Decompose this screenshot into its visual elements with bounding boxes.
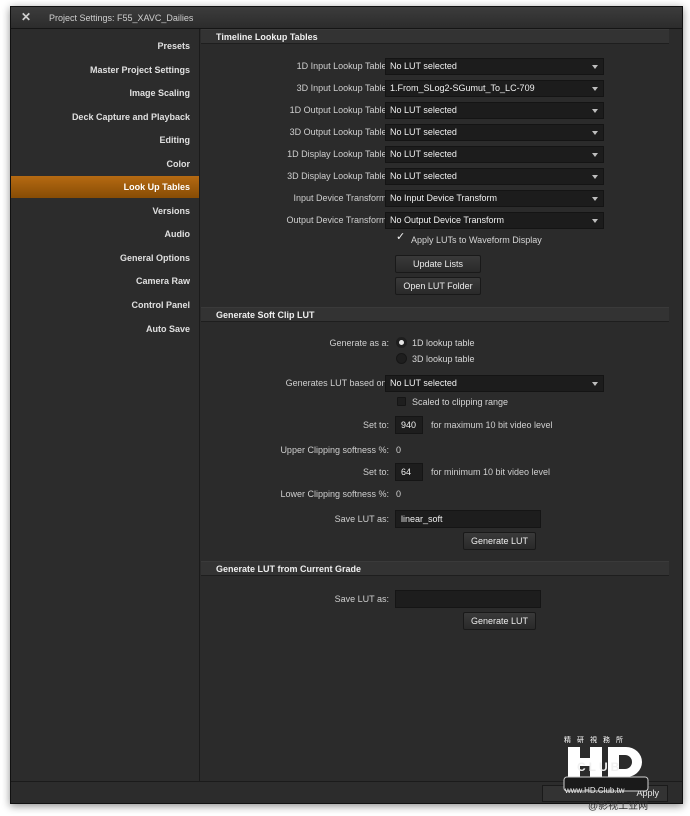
project-settings-window: ✕ Project Settings: F55_XAVC_Dailies Pre… xyxy=(10,6,683,804)
3d-output-lut-dropdown[interactable]: No LUT selected xyxy=(385,124,604,141)
grade-save-lut-as-input[interactable] xyxy=(395,590,541,608)
settings-content: Timeline Lookup Tables 1D Input Lookup T… xyxy=(200,29,682,781)
lut-row-label: Output Device Transform: xyxy=(286,215,389,225)
sidebar-item-camera-raw[interactable]: Camera Raw xyxy=(11,270,199,292)
output-device-transform-dropdown[interactable]: No Output Device Transform xyxy=(385,212,604,229)
generate-soft-clip-lut-button[interactable]: Generate LUT xyxy=(463,532,536,550)
sidebar-item-presets[interactable]: Presets xyxy=(11,35,199,57)
sidebar-item-look-up-tables[interactable]: Look Up Tables xyxy=(11,176,199,198)
scaled-to-clipping-label: Scaled to clipping range xyxy=(412,397,509,407)
lut-row-label: 3D Output Lookup Table: xyxy=(289,127,389,137)
3d-input-lut-dropdown[interactable]: 1.From_SLog2-SGumut_To_LC-709 xyxy=(385,80,604,97)
section-header-timeline-luts: Timeline Lookup Tables xyxy=(201,29,669,44)
dropdown-value: No LUT selected xyxy=(390,171,457,181)
1d-input-lut-dropdown[interactable]: No LUT selected xyxy=(385,58,604,75)
sidebar-item-color[interactable]: Color xyxy=(11,153,199,175)
dropdown-value: No LUT selected xyxy=(390,61,457,71)
open-lut-folder-button[interactable]: Open LUT Folder xyxy=(395,277,481,295)
apply-waveform-checkbox[interactable]: ✓ xyxy=(396,232,405,243)
lut-row-label: 3D Input Lookup Table: xyxy=(296,83,389,93)
lower-softness-label: Lower Clipping softness %: xyxy=(280,489,389,499)
chevron-down-icon xyxy=(592,131,598,135)
apply-waveform-label: Apply LUTs to Waveform Display xyxy=(411,235,542,245)
lut-row-label: 1D Display Lookup Table: xyxy=(287,149,389,159)
1d-display-lut-dropdown[interactable]: No LUT selected xyxy=(385,146,604,163)
sidebar-item-auto-save[interactable]: Auto Save xyxy=(11,318,199,340)
settings-sidebar: Presets Master Project Settings Image Sc… xyxy=(11,29,200,781)
chevron-down-icon xyxy=(592,197,598,201)
logo-top-text: 精研視務所 xyxy=(564,737,629,744)
1d-output-lut-dropdown[interactable]: No LUT selected xyxy=(385,102,604,119)
close-icon[interactable]: ✕ xyxy=(21,11,31,23)
dropdown-value: No LUT selected xyxy=(390,378,457,388)
max-level-input[interactable]: 940 xyxy=(395,416,423,434)
window-title: Project Settings: F55_XAVC_Dailies xyxy=(49,13,194,23)
based-on-label: Generates LUT based on: xyxy=(285,378,389,388)
sidebar-item-general-options[interactable]: General Options xyxy=(11,247,199,269)
grade-save-lut-as-label: Save LUT as: xyxy=(334,594,389,604)
dropdown-value: No Output Device Transform xyxy=(390,215,505,225)
sidebar-item-image-scaling[interactable]: Image Scaling xyxy=(11,82,199,104)
logo-club-text: CLUB xyxy=(577,760,623,774)
dropdown-value: No Input Device Transform xyxy=(390,193,498,203)
upper-softness-value[interactable]: 0 xyxy=(396,445,401,455)
radio-3d-lookup[interactable] xyxy=(396,353,407,364)
radio-3d-label: 3D lookup table xyxy=(412,354,475,364)
sidebar-item-editing[interactable]: Editing xyxy=(11,129,199,151)
set-to-max-label: Set to: xyxy=(362,420,389,430)
min-level-hint: for minimum 10 bit video level xyxy=(431,467,551,477)
max-level-hint: for maximum 10 bit video level xyxy=(431,420,553,430)
lut-row-label: 1D Input Lookup Table: xyxy=(296,61,389,71)
dropdown-value: No LUT selected xyxy=(390,105,457,115)
generate-as-label: Generate as a: xyxy=(329,338,389,348)
chevron-down-icon xyxy=(592,65,598,69)
generate-grade-lut-button[interactable]: Generate LUT xyxy=(463,612,536,630)
sidebar-item-versions[interactable]: Versions xyxy=(11,200,199,222)
radio-1d-label: 1D lookup table xyxy=(412,338,475,348)
chevron-down-icon xyxy=(592,153,598,157)
sidebar-item-audio[interactable]: Audio xyxy=(11,223,199,245)
chevron-down-icon xyxy=(592,87,598,91)
sidebar-item-deck-capture[interactable]: Deck Capture and Playback xyxy=(11,106,199,128)
sidebar-item-control-panel[interactable]: Control Panel xyxy=(11,294,199,316)
logo-url-text: www.HD.Club.tw xyxy=(565,786,625,795)
chevron-down-icon xyxy=(592,382,598,386)
sidebar-item-master-project-settings[interactable]: Master Project Settings xyxy=(11,59,199,81)
dropdown-value: No LUT selected xyxy=(390,149,457,159)
chevron-down-icon xyxy=(592,175,598,179)
based-on-lut-dropdown[interactable]: No LUT selected xyxy=(385,375,604,392)
credit-watermark: @影视工业网 xyxy=(588,801,649,812)
3d-display-lut-dropdown[interactable]: No LUT selected xyxy=(385,168,604,185)
chevron-down-icon xyxy=(592,219,598,223)
chevron-down-icon xyxy=(592,109,598,113)
update-lists-button[interactable]: Update Lists xyxy=(395,255,481,273)
min-level-input[interactable]: 64 xyxy=(395,463,423,481)
save-lut-as-label: Save LUT as: xyxy=(334,514,389,524)
dropdown-value: No LUT selected xyxy=(390,127,457,137)
lower-softness-value[interactable]: 0 xyxy=(396,489,401,499)
title-bar: ✕ Project Settings: F55_XAVC_Dailies xyxy=(11,7,682,29)
input-device-transform-dropdown[interactable]: No Input Device Transform xyxy=(385,190,604,207)
lut-row-label: 1D Output Lookup Table: xyxy=(289,105,389,115)
section-header-soft-clip: Generate Soft Clip LUT xyxy=(201,307,669,322)
lut-row-label: Input Device Transform: xyxy=(293,193,389,203)
scaled-to-clipping-checkbox[interactable] xyxy=(397,397,406,406)
set-to-min-label: Set to: xyxy=(362,467,389,477)
save-lut-as-input[interactable]: linear_soft xyxy=(395,510,541,528)
dropdown-value: 1.From_SLog2-SGumut_To_LC-709 xyxy=(390,83,535,93)
section-header-current-grade: Generate LUT from Current Grade xyxy=(201,561,669,576)
lut-row-label: 3D Display Lookup Table: xyxy=(287,171,389,181)
radio-1d-lookup[interactable] xyxy=(396,337,407,348)
upper-softness-label: Upper Clipping softness %: xyxy=(280,445,389,455)
